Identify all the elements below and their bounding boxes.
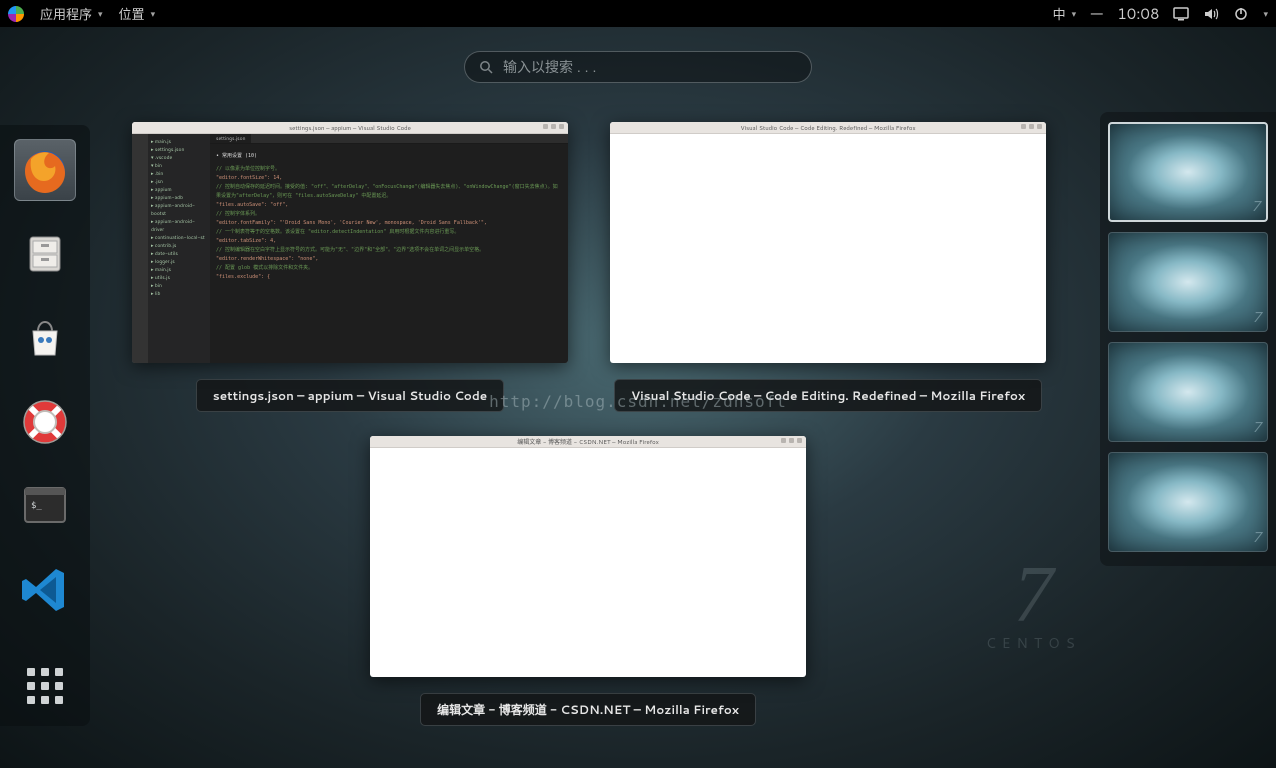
places-menu[interactable]: 位置 ▾ [119, 4, 156, 24]
dash: $_ [0, 125, 90, 726]
workspace-switcher: 7777 [1100, 112, 1276, 566]
places-label: 位置 [119, 4, 145, 24]
search-icon [479, 60, 493, 74]
dash-app-files[interactable] [14, 223, 76, 285]
workspace-thumb-3[interactable]: 7 [1108, 342, 1268, 442]
overview-search[interactable] [464, 51, 812, 83]
window-thumbnail-firefox-csdn[interactable]: 编辑文章 - 博客频道 - CSDN.NET – Mozilla Firefox… [370, 436, 806, 726]
chevron-down-icon: ▾ [98, 7, 103, 20]
chevron-down-icon: ▾ [1072, 7, 1077, 20]
applications-menu[interactable]: 应用程序 ▾ [40, 4, 103, 24]
screen-icon[interactable] [1173, 6, 1189, 22]
top-panel: 应用程序 ▾ 位置 ▾ 中 ▾ 一 10:08 ▾ [0, 0, 1276, 27]
shopping-bag-icon [22, 315, 68, 361]
window-thumbnail-firefox-vscode[interactable]: Visual Studio Code – Code Editing. Redef… [610, 122, 1046, 412]
dash-app-terminal[interactable]: $_ [14, 475, 76, 537]
clock[interactable]: 10:08 [1117, 3, 1159, 24]
workspace-thumb-1[interactable]: 7 [1108, 122, 1268, 222]
chevron-down-icon: ▾ [151, 7, 156, 20]
window-titlebar: settings.json – appium – Visual Studio C… [132, 122, 568, 134]
dash-app-vscode[interactable] [14, 559, 76, 621]
svg-text:$_: $_ [31, 501, 42, 511]
firefox-icon [19, 144, 71, 196]
power-icon[interactable] [1233, 6, 1249, 22]
dash-app-software[interactable] [14, 307, 76, 369]
search-input[interactable] [503, 59, 797, 75]
window-titlebar: 编辑文章 - 博客频道 - CSDN.NET – Mozilla Firefox [370, 436, 806, 448]
day-label: 一 [1090, 4, 1103, 24]
vscode-icon [20, 565, 70, 615]
dash-app-firefox[interactable] [14, 139, 76, 201]
window-title-small: Visual Studio Code – Code Editing. Redef… [740, 123, 915, 132]
window-title-small: 编辑文章 - 博客频道 - CSDN.NET – Mozilla Firefox [517, 437, 659, 446]
applications-label: 应用程序 [40, 4, 92, 24]
window-label: Visual Studio Code – Code Editing. Redef… [614, 379, 1042, 412]
volume-icon[interactable] [1203, 6, 1219, 22]
chevron-down-icon[interactable]: ▾ [1263, 7, 1268, 20]
window-label: 编辑文章 - 博客频道 - CSDN.NET – Mozilla Firefox [420, 693, 756, 726]
file-cabinet-icon [22, 231, 68, 277]
workspace-thumb-2[interactable]: 7 [1108, 232, 1268, 332]
terminal-icon: $_ [21, 484, 69, 528]
distro-logo-icon [8, 6, 24, 22]
workspace-thumb-4[interactable]: 7 [1108, 452, 1268, 552]
dash-app-help[interactable] [14, 391, 76, 453]
show-applications-button[interactable] [23, 664, 67, 708]
window-label: settings.json – appium – Visual Studio C… [196, 379, 504, 412]
window-titlebar: Visual Studio Code – Code Editing. Redef… [610, 122, 1046, 134]
activities-overview: settings.json – appium – Visual Studio C… [110, 105, 1086, 738]
window-thumbnail-vscode[interactable]: settings.json – appium – Visual Studio C… [132, 122, 568, 412]
lifebuoy-icon [20, 397, 70, 447]
window-title-small: settings.json – appium – Visual Studio C… [289, 123, 411, 132]
ime-indicator[interactable]: 中 ▾ [1053, 4, 1077, 24]
ime-label: 中 [1053, 4, 1066, 24]
